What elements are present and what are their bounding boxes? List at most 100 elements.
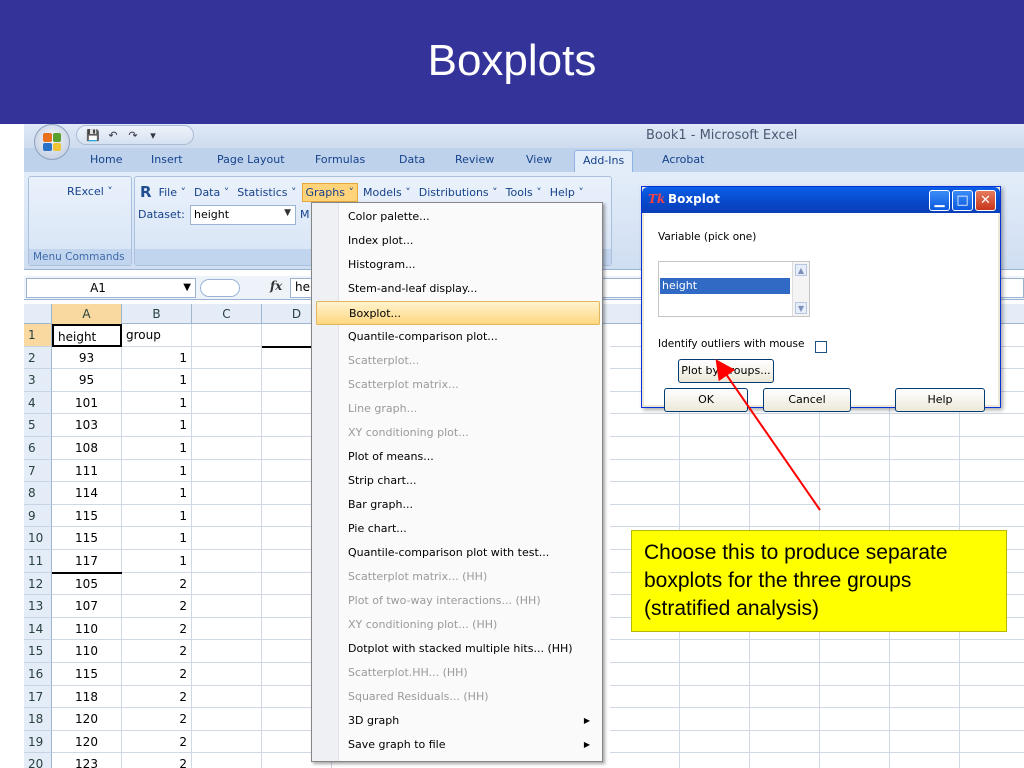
tab-insert[interactable]: Insert (151, 153, 183, 166)
cell-empty[interactable] (610, 414, 680, 437)
tab-page-layout[interactable]: Page Layout (217, 153, 285, 166)
cell-empty[interactable] (750, 685, 820, 709)
column-header-b[interactable]: B (122, 304, 192, 324)
cell-empty[interactable] (960, 731, 1024, 754)
cell-empty[interactable] (890, 640, 960, 663)
cell-b[interactable]: 2 (122, 595, 192, 618)
cell-empty[interactable] (820, 663, 890, 686)
cell-empty[interactable] (192, 414, 262, 437)
cell-empty[interactable] (890, 459, 960, 483)
cell-b[interactable]: 2 (122, 572, 192, 596)
cell-empty[interactable] (820, 730, 890, 754)
undo-icon[interactable]: ↶ (106, 129, 120, 143)
cell-a[interactable]: 115 (52, 504, 122, 528)
cell-a[interactable]: 105 (52, 572, 122, 596)
cell-empty[interactable] (192, 550, 262, 573)
save-icon[interactable]: 💾 (86, 129, 100, 143)
cell-empty[interactable] (610, 685, 680, 709)
graphs-menu-item[interactable]: Index plot... (316, 229, 600, 253)
cell-empty[interactable] (192, 504, 262, 528)
listbox-scrollbar[interactable]: ▲ ▼ (792, 262, 809, 316)
cell-empty[interactable] (192, 482, 262, 505)
row-header[interactable]: 20 (24, 753, 52, 768)
menu-file[interactable]: File ˅ (156, 184, 189, 201)
cell-empty[interactable] (820, 482, 890, 505)
cell-b[interactable]: 1 (122, 369, 192, 392)
maximize-button[interactable]: □ (952, 190, 973, 211)
column-header-a[interactable]: A (52, 304, 122, 324)
cell-a[interactable]: 120 (52, 730, 122, 754)
graphs-menu-item[interactable]: Save graph to file ▶ (316, 733, 600, 757)
cell-empty[interactable] (192, 346, 262, 370)
cell-b[interactable]: 1 (122, 437, 192, 460)
cell-empty[interactable] (820, 437, 890, 460)
menu-distributions[interactable]: Distributions ˅ (416, 184, 501, 201)
cell-a[interactable]: 117 (52, 550, 122, 573)
cell-empty[interactable] (680, 663, 750, 686)
cell-b[interactable]: 2 (122, 617, 192, 641)
row-header[interactable]: 8 (24, 482, 52, 505)
cell-empty[interactable] (680, 685, 750, 709)
cell-empty[interactable] (820, 459, 890, 483)
cell-empty[interactable] (610, 482, 680, 505)
cell-empty[interactable] (750, 640, 820, 663)
row-header[interactable]: 6 (24, 437, 52, 460)
cell-a[interactable]: 110 (52, 640, 122, 663)
graphs-menu-item[interactable]: Strip chart... (316, 469, 600, 493)
menu-graphs[interactable]: Graphs ˅ (301, 182, 358, 202)
cell-empty[interactable] (820, 414, 890, 437)
row-header[interactable]: 11 (24, 550, 52, 573)
cell-a[interactable]: 114 (52, 482, 122, 505)
row-header[interactable]: 17 (24, 685, 52, 709)
cell-empty[interactable] (750, 459, 820, 483)
row-header[interactable]: 3 (24, 369, 52, 392)
graphs-menu-item[interactable]: Stem-and-leaf display... (316, 277, 600, 301)
cell-a[interactable]: 118 (52, 685, 122, 709)
minimize-button[interactable]: ▁ (929, 190, 950, 211)
cell-a[interactable]: 101 (52, 391, 122, 415)
cell-empty[interactable] (610, 708, 680, 731)
cell-empty[interactable] (610, 504, 680, 528)
cell-empty[interactable] (192, 527, 262, 550)
row-header[interactable]: 14 (24, 617, 52, 641)
row-header[interactable]: 10 (24, 527, 52, 550)
help-button[interactable]: Help (895, 388, 985, 412)
cell-empty[interactable] (610, 437, 680, 460)
cell-empty[interactable] (680, 753, 750, 768)
cell-empty[interactable] (750, 414, 820, 437)
graphs-menu-item[interactable]: Dotplot with stacked multiple hits... (H… (316, 637, 600, 661)
cell-empty[interactable] (750, 753, 820, 768)
tab-home[interactable]: Home (90, 153, 122, 166)
cell-empty[interactable] (750, 730, 820, 754)
cell-b[interactable]: 2 (122, 730, 192, 754)
cell-b[interactable]: 2 (122, 685, 192, 709)
scroll-down-icon[interactable]: ▼ (795, 302, 807, 314)
cell-empty[interactable] (890, 482, 960, 505)
cell-empty[interactable] (890, 414, 960, 437)
row-header[interactable]: 16 (24, 663, 52, 686)
name-box[interactable]: A1 ▼ (26, 278, 196, 298)
cell-empty[interactable] (192, 640, 262, 663)
cell-empty[interactable] (820, 708, 890, 731)
graphs-menu-item[interactable]: Scatterplot... (316, 349, 600, 373)
graphs-menu-item[interactable]: Color palette... (316, 205, 600, 229)
select-all-corner[interactable] (24, 304, 52, 324)
menu-models[interactable]: Models ˅ (360, 184, 414, 201)
cell-empty[interactable] (680, 482, 750, 505)
cell-empty[interactable] (680, 414, 750, 437)
graphs-menu-item[interactable]: XY conditioning plot... (316, 421, 600, 445)
cell-empty[interactable] (890, 437, 960, 460)
tab-data[interactable]: Data (399, 153, 425, 166)
cell-empty[interactable] (750, 504, 820, 528)
cell-empty[interactable] (960, 414, 1024, 437)
cell-b[interactable]: 1 (122, 391, 192, 415)
graphs-menu-item[interactable]: Line graph... (316, 397, 600, 421)
graphs-menu-item[interactable]: Plot of two-way interactions... (HH) (316, 589, 600, 613)
cell-empty[interactable] (610, 730, 680, 754)
cell-empty[interactable] (890, 504, 960, 528)
cell-empty[interactable] (192, 391, 262, 415)
cell-empty[interactable] (192, 572, 262, 596)
cell-b[interactable]: 1 (122, 414, 192, 437)
formula-expand-control[interactable] (200, 279, 240, 297)
menu-help[interactable]: Help ˅ (547, 184, 587, 201)
